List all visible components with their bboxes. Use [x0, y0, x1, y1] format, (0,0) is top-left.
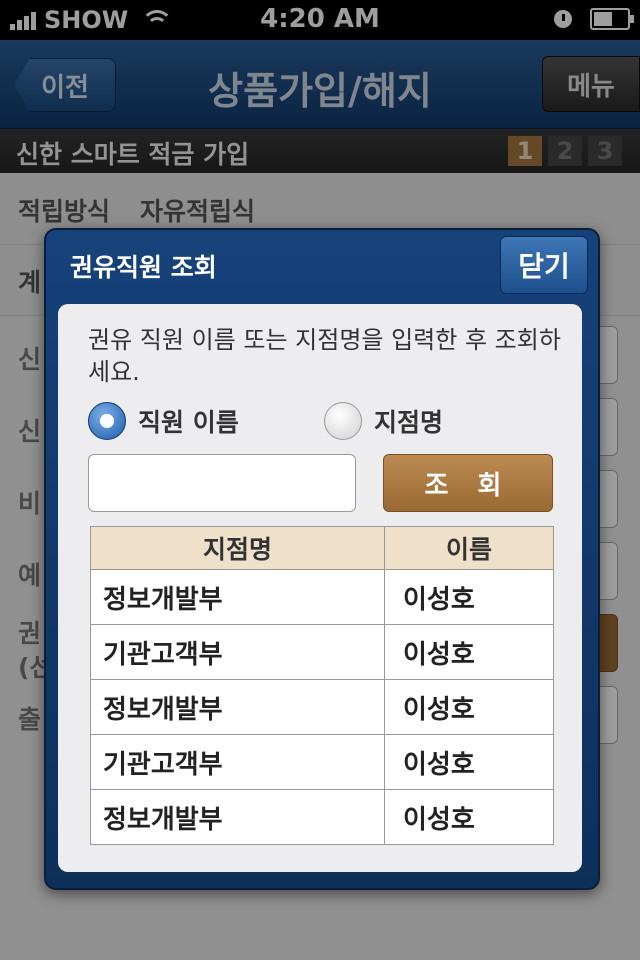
- radio-selected-icon: [88, 402, 126, 440]
- column-header-branch: 지점명: [90, 526, 385, 570]
- table-row[interactable]: 정보개발부 이성호: [90, 569, 554, 625]
- column-header-name: 이름: [384, 526, 554, 570]
- radio-unselected-icon: [324, 402, 362, 440]
- name-cell: 이성호: [384, 789, 554, 845]
- dialog-body: 권유 직원 이름 또는 지점명을 입력한 후 조회하세요. 직원 이름 지점명 …: [58, 304, 582, 872]
- branch-cell: 정보개발부: [90, 789, 385, 845]
- branch-cell: 기관고객부: [90, 624, 385, 680]
- table-row[interactable]: 기관고객부 이성호: [90, 624, 554, 680]
- table-row[interactable]: 정보개발부 이성호: [90, 679, 554, 735]
- radio-branch-name-label: 지점명: [374, 408, 444, 437]
- branch-cell: 정보개발부: [90, 569, 385, 625]
- branch-cell: 기관고객부: [90, 734, 385, 790]
- radio-branch-name[interactable]: 지점명: [324, 402, 443, 440]
- dialog-description: 권유 직원 이름 또는 지점명을 입력한 후 조회하세요.: [88, 326, 561, 386]
- close-button[interactable]: 닫기: [500, 236, 588, 294]
- table-row[interactable]: 정보개발부 이성호: [90, 789, 554, 845]
- radio-employee-name[interactable]: 직원 이름: [88, 402, 239, 440]
- results-table: 지점명 이름 정보개발부 이성호 기관고객부 이성호 정보개발부 이성호 기관고…: [90, 526, 554, 845]
- name-cell: 이성호: [384, 569, 554, 625]
- radio-employee-name-label: 직원 이름: [138, 408, 239, 437]
- name-cell: 이성호: [384, 624, 554, 680]
- employee-lookup-dialog: 권유직원 조회 닫기 권유 직원 이름 또는 지점명을 입력한 후 조회하세요.…: [44, 228, 600, 890]
- table-row[interactable]: 기관고객부 이성호: [90, 734, 554, 790]
- dialog-title: 권유직원 조회: [70, 253, 217, 282]
- branch-cell: 정보개발부: [90, 679, 385, 735]
- name-cell: 이성호: [384, 734, 554, 790]
- search-button[interactable]: 조 회: [383, 454, 553, 512]
- search-input[interactable]: [88, 454, 356, 512]
- name-cell: 이성호: [384, 679, 554, 735]
